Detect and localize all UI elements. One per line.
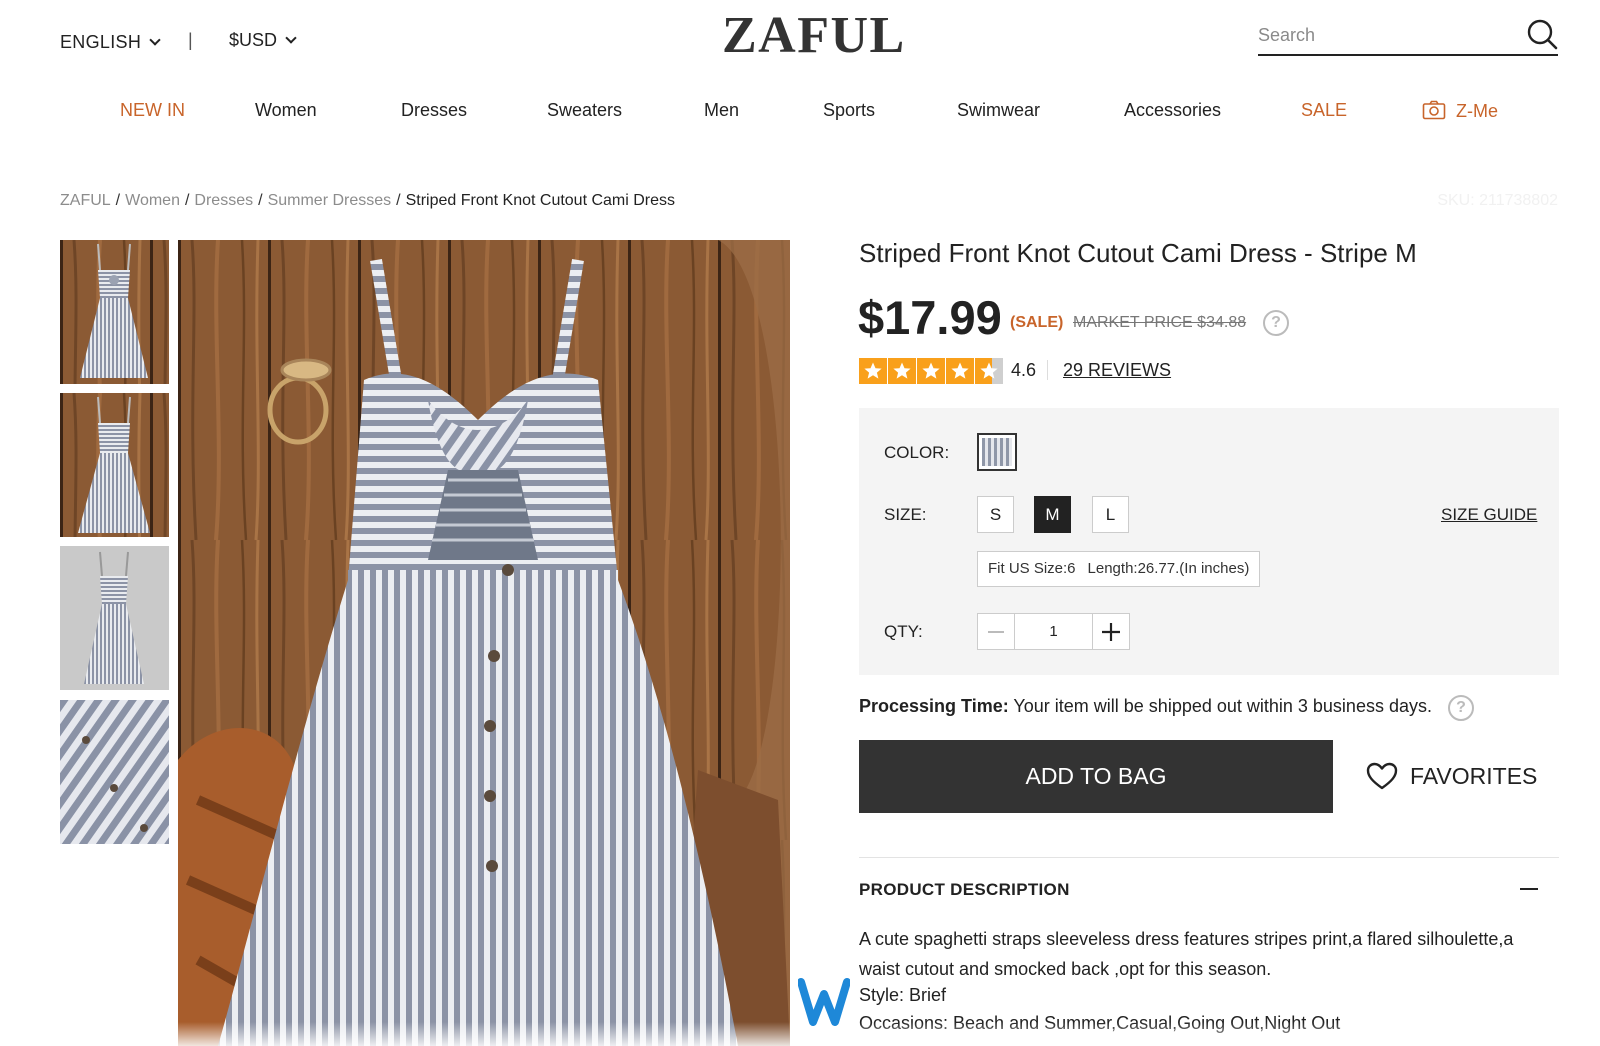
dress-model-thumbnail-image [60,546,169,690]
search-input[interactable] [1258,18,1518,52]
language-label: ENGLISH [60,32,142,52]
nav-item-new-in[interactable]: NEW IN [120,100,185,121]
rating-stars [859,358,1003,384]
sku-label: SKU: 211738802 [1437,192,1558,209]
z-me-label: Z-Me [1456,101,1498,121]
question-circle-icon[interactable]: ? [1448,695,1474,721]
product-description-title[interactable]: PRODUCT DESCRIPTION [859,880,1070,900]
currency-label: $USD [229,30,278,50]
star-icon [917,358,945,384]
qty-label: QTY: [884,622,923,641]
rating-divider [1047,360,1048,380]
breadcrumb-current: Striped Front Knot Cutout Cami Dress [405,192,676,209]
main-product-image[interactable] [178,240,790,1046]
breadcrumb-link-dresses[interactable]: Dresses [194,192,253,209]
breadcrumb-separator: / [184,192,190,209]
dress-back-thumbnail-image [60,393,169,537]
nav-item-z-me[interactable]: Z-Me [1422,100,1498,122]
question-circle-icon[interactable]: ? [1263,310,1289,336]
star-icon [975,358,1003,384]
nav-item-men[interactable]: Men [704,100,739,121]
dress-thumbnail-image [60,240,169,384]
size-guide-link[interactable]: SIZE GUIDE [1441,505,1537,525]
rating-value: 4.6 [1011,360,1037,380]
reviews-link[interactable]: 29 REVIEWS [1063,360,1171,381]
qty-decrease-button[interactable] [977,613,1015,650]
qty-input[interactable] [1015,613,1092,650]
star-icon [946,358,974,384]
plus-icon [1102,622,1120,641]
breadcrumb-link-women[interactable]: Women [125,192,180,209]
favorites-button[interactable]: FAVORITES [1366,762,1537,790]
add-to-bag-button[interactable]: ADD TO BAG [859,740,1333,813]
thumbnail-1[interactable] [60,240,169,384]
processing-time-text: Your item will be shipped out within 3 b… [1008,696,1432,716]
currency-selector[interactable]: $USD [229,30,297,51]
size-label: SIZE: [884,505,927,524]
dress-main-image [178,240,790,1046]
thumbnail-4[interactable] [60,700,169,844]
site-logo[interactable]: ZAFUL [722,6,906,65]
search-icon[interactable] [1526,18,1558,50]
processing-time-label: Processing Time: [859,696,1009,716]
main-nav: NEW IN Women Dresses Sweaters Men Sports… [0,100,1600,134]
heart-icon [1366,762,1398,790]
nav-item-sweaters[interactable]: Sweaters [547,100,622,121]
size-option-s[interactable]: S [977,496,1014,533]
nav-item-swimwear[interactable]: Swimwear [957,100,1040,121]
breadcrumb-separator: / [396,192,401,209]
favorites-label: FAVORITES [1410,762,1538,789]
breadcrumb-link-zaful[interactable]: ZAFUL [60,192,111,209]
chevron-down-icon [285,32,297,44]
fabric-detail-thumbnail-image [60,700,169,844]
nav-item-dresses[interactable]: Dresses [401,100,467,121]
color-swatch-stripe[interactable] [977,433,1017,471]
size-fit-info: Fit US Size:6 Length:26.77.(In inches) [977,551,1261,587]
star-icon [859,358,887,384]
minus-icon [988,630,1004,633]
minus-icon[interactable] [1520,888,1538,890]
product-style: Style: Brief [859,985,947,1005]
fit-length: Length:26.77.(In inches) [1087,560,1250,577]
language-selector[interactable]: ENGLISH [60,32,161,53]
fit-us-size: Fit US Size:6 [988,560,1076,577]
size-option-l[interactable]: L [1092,496,1129,533]
nav-item-women[interactable]: Women [255,100,317,121]
thumbnail-3[interactable] [60,546,169,690]
nav-item-sale[interactable]: SALE [1301,100,1347,121]
processing-time: Processing Time: Your item will be shipp… [859,696,1432,717]
top-bar: ENGLISH | $USD ZAFUL [0,0,1600,80]
market-price: MARKET PRICE $34.88 [1073,314,1247,331]
nav-item-accessories[interactable]: Accessories [1124,100,1221,121]
color-label: COLOR: [884,443,950,462]
quantity-stepper [977,613,1130,650]
search-bar [1258,18,1558,56]
star-icon [888,358,916,384]
product-description-text: A cute spaghetti straps sleeveless dress… [859,929,1514,979]
breadcrumb-link-summer-dresses[interactable]: Summer Dresses [268,192,392,209]
thumbnail-2[interactable] [60,393,169,537]
size-option-m[interactable]: M [1034,496,1071,533]
breadcrumb-separator: / [115,192,121,209]
chevron-down-icon [149,34,161,46]
qty-increase-button[interactable] [1092,613,1130,650]
breadcrumb-separator: / [258,192,263,209]
section-divider [859,857,1559,858]
nav-item-sports[interactable]: Sports [823,100,875,121]
stripe-swatch-icon [982,438,1012,466]
header-separator: | [188,30,193,50]
product-title: Striped Front Knot Cutout Cami Dress - S… [859,238,1417,268]
product-price: $17.99 [858,291,1002,344]
sale-tag: (SALE) [1010,314,1064,331]
w-logo-icon[interactable] [798,976,850,1026]
breadcrumb: ZAFUL / Women / Dresses / Summer Dresses / Strip… [60,192,675,210]
product-options-panel: COLOR: SIZE: S M L SIZE GUIDE Fit US Siz… [859,408,1559,675]
camera-icon [1422,100,1446,120]
